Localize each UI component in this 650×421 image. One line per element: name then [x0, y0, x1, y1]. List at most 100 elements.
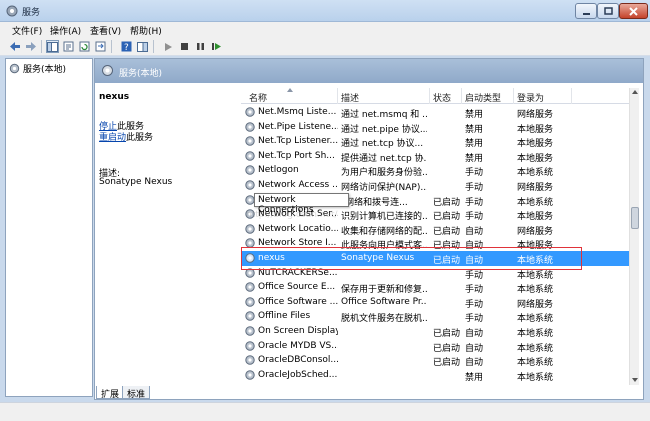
- table-row[interactable]: Netlogon 为用户和服务身份验... 手动 本地系统: [241, 163, 629, 178]
- restart-icon: [212, 43, 221, 50]
- cell-name: Net.Msmq Liste...: [258, 107, 337, 117]
- scroll-up-icon[interactable]: [631, 89, 639, 95]
- show-action-pane-button[interactable]: [136, 40, 149, 53]
- cell-desc: Office Software Pr...: [341, 296, 427, 307]
- restart-suffix: 此服务: [126, 133, 154, 143]
- cell-startup: 手动: [465, 299, 484, 310]
- column-name[interactable]: 名称: [249, 91, 267, 104]
- table-row[interactable]: Office Source E... 保存用于更新和修复... 手动 本地系统: [241, 280, 629, 295]
- selection-highlight-annotation: [241, 247, 582, 270]
- vertical-scrollbar[interactable]: [629, 88, 639, 385]
- properties-button[interactable]: [62, 40, 75, 53]
- maximize-button[interactable]: [597, 3, 619, 19]
- cell-startup: 手动: [465, 314, 484, 325]
- cell-name: Network Locatio...: [258, 223, 338, 234]
- cell-logon: 网络服务: [517, 183, 554, 193]
- help-button[interactable]: ?: [120, 40, 133, 53]
- column-startup-type[interactable]: 启动类型: [465, 91, 501, 104]
- cell-desc: 网络访问保护(NAP)...: [341, 183, 427, 193]
- menu-bar: 文件(F) 操作(A) 查看(V) 帮助(H): [0, 22, 650, 37]
- table-row[interactable]: OracleDBConsol... 已启动 自动 本地系统: [241, 353, 629, 368]
- cell-status: 已启动: [433, 197, 461, 208]
- stop-service-button[interactable]: [178, 40, 191, 53]
- export-icon: [95, 41, 106, 52]
- cell-status: 已启动: [433, 329, 461, 339]
- column-status[interactable]: 状态: [433, 91, 451, 104]
- forward-button[interactable]: [24, 40, 37, 53]
- forward-arrow-icon: [25, 42, 36, 51]
- scrollbar-thumb[interactable]: [631, 207, 639, 229]
- pause-icon: [197, 43, 204, 50]
- table-row[interactable]: Office Software ... Office Software Pr...…: [241, 295, 629, 310]
- table-row[interactable]: OracleJobSched... 禁用 本地系统: [241, 368, 629, 383]
- scroll-down-icon[interactable]: [631, 377, 639, 383]
- tree-item-label: 服务(本地): [23, 65, 67, 75]
- start-service-button[interactable]: [162, 40, 175, 53]
- restart-service-button[interactable]: [210, 40, 223, 53]
- table-row[interactable]: Net.Tcp Port Sh... 提供通过 net.tcp 协... 禁用 本地服…: [241, 149, 629, 164]
- cell-startup: 禁用: [465, 110, 484, 120]
- table-row[interactable]: Network Locatio... 收集和存储网络的配... 已启动 自动 网络服务: [241, 222, 629, 237]
- back-arrow-icon: [9, 42, 20, 51]
- pause-service-button[interactable]: [194, 40, 207, 53]
- service-gear-icon: [245, 224, 255, 234]
- export-list-button[interactable]: [94, 40, 107, 53]
- menu-view[interactable]: 查看(V): [90, 24, 121, 37]
- cell-logon: 网络服务: [517, 110, 554, 120]
- table-row[interactable]: On Screen Display 已启动 自动 本地系统: [241, 324, 629, 339]
- close-button[interactable]: [619, 3, 648, 19]
- restart-service-link[interactable]: 重启动: [99, 133, 126, 143]
- cell-logon: 本地系统: [517, 314, 554, 325]
- minimize-button[interactable]: [575, 3, 597, 19]
- cell-desc: 保存用于更新和修复...: [341, 285, 427, 296]
- table-row[interactable]: Net.Msmq Liste... 通过 net.msmq 和 ... 禁用 网络服务: [241, 105, 629, 120]
- cell-name: Network Access ...: [258, 180, 338, 190]
- table-row[interactable]: Network Access ... 网络访问保护(NAP)... 手动 网络服务: [241, 178, 629, 193]
- services-list: 名称 描述 状态 启动类型 登录为 Net.Msmq Liste... 通过 ne…: [241, 83, 639, 385]
- menu-help[interactable]: 帮助(H): [130, 24, 162, 37]
- maximize-icon: [603, 7, 613, 15]
- table-row[interactable]: Oracle MYDB VS... 已启动 自动 本地系统: [241, 339, 629, 354]
- service-gear-icon: [245, 107, 255, 117]
- table-row[interactable]: Net.Tcp Listener... 通过 net.tcp 协议... 禁用 本地服…: [241, 134, 629, 149]
- tree-item-services-local[interactable]: 服务(本地): [9, 62, 66, 75]
- services-header-icon: [102, 65, 113, 76]
- service-gear-icon: [245, 297, 255, 307]
- cell-logon: 本地服务: [517, 153, 554, 164]
- column-logon-as[interactable]: 登录为: [517, 91, 544, 104]
- menu-file[interactable]: 文件(F): [12, 24, 42, 37]
- cell-desc: 为用户和服务身份验...: [341, 168, 427, 179]
- cell-status: 已启动: [433, 226, 461, 237]
- tab-extended[interactable]: 扩展: [96, 386, 125, 400]
- cell-startup: 手动: [465, 197, 484, 208]
- service-gear-icon: [245, 165, 255, 176]
- cell-startup: 手动: [465, 168, 484, 179]
- services-app-icon: [6, 5, 18, 17]
- restart-line: 重启动此服务: [99, 130, 153, 143]
- cell-logon: 本地系统: [517, 358, 554, 369]
- cell-logon: 本地系统: [517, 343, 554, 354]
- cell-startup: 手动: [465, 212, 484, 223]
- service-gear-icon: [245, 311, 255, 322]
- show-tree-button[interactable]: [46, 40, 59, 53]
- service-gear-icon: [245, 180, 255, 190]
- service-gear-icon: [245, 151, 255, 161]
- refresh-button[interactable]: [78, 40, 91, 53]
- cell-name: Oracle MYDB VS...: [258, 340, 338, 351]
- cell-name: Office Software ...: [258, 296, 338, 307]
- back-button[interactable]: [8, 40, 21, 53]
- cell-startup: 自动: [465, 358, 484, 369]
- cell-status: 已启动: [433, 358, 461, 369]
- cell-logon: 本地服务: [517, 212, 554, 223]
- cell-desc: 脱机文件服务在脱机...: [341, 314, 427, 325]
- column-description[interactable]: 描述: [341, 91, 359, 104]
- selected-service-name: nexus: [99, 92, 130, 102]
- table-row[interactable]: Offline Files 脱机文件服务在脱机... 手动 本地系统: [241, 309, 629, 324]
- sort-ascending-icon: [287, 88, 293, 92]
- menu-action[interactable]: 操作(A): [50, 24, 81, 37]
- service-gear-icon: [245, 340, 255, 351]
- table-row[interactable]: Net.Pipe Listene... 通过 net.pipe 协议... 禁用 本地…: [241, 120, 629, 135]
- cell-name: Net.Tcp Listener...: [258, 136, 338, 147]
- tab-standard[interactable]: 标准: [122, 386, 151, 400]
- title-bar: 服务: [0, 0, 650, 22]
